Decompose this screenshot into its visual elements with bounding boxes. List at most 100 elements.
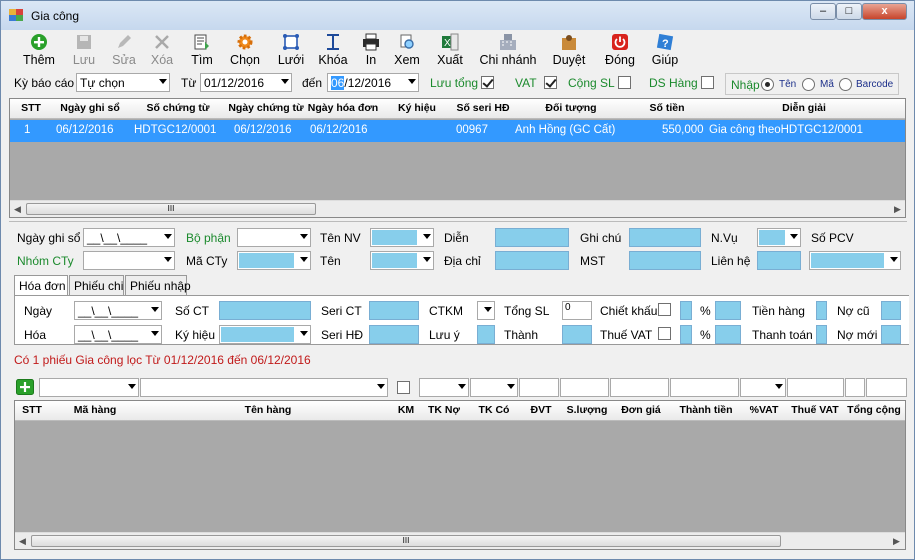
- tong-sl-field[interactable]: 0: [562, 301, 592, 320]
- ky-bao-cao-combo[interactable]: Tự chọn: [76, 73, 170, 92]
- ngay-ghi-so-picker[interactable]: __\__\____: [83, 228, 175, 247]
- col-tk-co[interactable]: TK Có: [469, 404, 519, 416]
- luu-y-field[interactable]: [477, 325, 495, 344]
- col-so-luong[interactable]: S.lượng: [563, 404, 611, 416]
- edit-button[interactable]: Sửa: [107, 33, 141, 69]
- ma-hang-combo[interactable]: [39, 378, 139, 397]
- thue-vat-value-field[interactable]: [715, 325, 741, 344]
- ten-hang-combo[interactable]: [140, 378, 388, 397]
- splitter[interactable]: [9, 221, 907, 224]
- chiet-khau-pct-field[interactable]: [680, 301, 692, 320]
- delete-button[interactable]: Xóa: [145, 33, 179, 69]
- thanh-tien-field[interactable]: [670, 378, 739, 397]
- print-button[interactable]: In: [357, 33, 385, 69]
- no-cu-field[interactable]: [881, 301, 901, 320]
- ten-nv-combo[interactable]: [370, 228, 434, 247]
- col-ten-hang[interactable]: Tên hàng: [143, 404, 393, 416]
- bo-phan-combo[interactable]: [237, 228, 311, 247]
- branch-button[interactable]: Chi nhánh: [479, 33, 537, 69]
- col-so-seri[interactable]: Số seri HĐ: [454, 102, 512, 114]
- nvu-combo[interactable]: [757, 228, 801, 247]
- col-stt[interactable]: STT: [12, 102, 50, 114]
- thue-vat-pct-field[interactable]: [680, 325, 692, 344]
- find-button[interactable]: Tìm: [185, 33, 219, 69]
- maximize-button[interactable]: □: [836, 3, 862, 20]
- ngay-picker[interactable]: __\__\____: [74, 301, 162, 320]
- no-moi-field[interactable]: [881, 325, 901, 344]
- vat-pct-combo[interactable]: [740, 378, 786, 397]
- ds-hang-checkbox[interactable]: [701, 76, 714, 89]
- col-dien-giai[interactable]: Diễn giải: [704, 102, 904, 114]
- dvt-field[interactable]: [519, 378, 559, 397]
- col-so-chung-tu[interactable]: Số chứng từ: [130, 102, 226, 114]
- ten-combo[interactable]: [370, 251, 434, 270]
- lien-he-field[interactable]: [757, 251, 801, 270]
- export-button[interactable]: X Xuất: [433, 33, 467, 69]
- radio-barcode[interactable]: [839, 78, 852, 91]
- close-form-button[interactable]: Đóng: [603, 33, 637, 69]
- help-button[interactable]: ? Giúp: [649, 33, 681, 69]
- col-ngay-hoa-don[interactable]: Ngày hóa đơn: [306, 102, 380, 114]
- tab-hoa-don[interactable]: Hóa đơn: [14, 275, 68, 297]
- so-luong-field[interactable]: [560, 378, 609, 397]
- tong-cong-field[interactable]: [866, 378, 907, 397]
- grid-button[interactable]: Lưới: [273, 33, 309, 69]
- scroll-right-icon[interactable]: ▶: [893, 536, 900, 547]
- so-ct-field[interactable]: [219, 301, 311, 320]
- tu-date-picker[interactable]: 01/12/2016: [200, 73, 292, 92]
- close-button[interactable]: x: [862, 3, 907, 20]
- ma-cty-combo[interactable]: [237, 251, 311, 270]
- seri-hd-field[interactable]: [369, 325, 419, 344]
- col-stt[interactable]: STT: [17, 404, 47, 416]
- scroll-thumb[interactable]: III: [26, 203, 316, 215]
- scroll-thumb[interactable]: III: [31, 535, 781, 547]
- col-tk-no[interactable]: TK Nợ: [419, 404, 469, 416]
- dia-chi-field[interactable]: [495, 251, 569, 270]
- chiet-khau-value-field[interactable]: [715, 301, 741, 320]
- scroll-right-icon[interactable]: ▶: [894, 204, 901, 215]
- col-don-gia[interactable]: Đơn giá: [611, 404, 671, 416]
- thue-vat-field[interactable]: [787, 378, 844, 397]
- add-line-button[interactable]: [16, 379, 34, 395]
- don-gia-field[interactable]: [610, 378, 669, 397]
- radio-ten[interactable]: [761, 78, 774, 91]
- col-ngay-ghi-so[interactable]: Ngày ghi sổ: [50, 102, 130, 114]
- den-date-picker[interactable]: 06/12/2016: [327, 73, 419, 92]
- col-thue-vat[interactable]: Thuế VAT: [787, 404, 843, 416]
- km-checkbox[interactable]: [397, 381, 410, 394]
- thanh-toan-field[interactable]: [816, 325, 827, 344]
- col-tong-cong[interactable]: Tổng cộng: [843, 404, 905, 416]
- col-doi-tuong[interactable]: Đối tượng: [512, 102, 630, 114]
- chiet-khau-checkbox[interactable]: [658, 303, 671, 316]
- detail-grid-hscrollbar[interactable]: ◀ III ▶: [15, 532, 905, 549]
- hoa-picker[interactable]: __\__\____: [74, 325, 162, 344]
- scroll-left-icon[interactable]: ◀: [14, 204, 21, 215]
- select-button[interactable]: Chọn: [227, 33, 263, 69]
- tk-no-combo[interactable]: [419, 378, 469, 397]
- radio-ma[interactable]: [802, 78, 815, 91]
- ctkm-combo[interactable]: [477, 301, 495, 320]
- so-pcv-combo[interactable]: [809, 251, 901, 270]
- preview-button[interactable]: Xem: [391, 33, 423, 69]
- col-ngay-chung-tu[interactable]: Ngày chứng từ: [226, 102, 306, 114]
- scroll-left-icon[interactable]: ◀: [19, 536, 26, 547]
- col-thanh-tien[interactable]: Thành tiền: [671, 404, 741, 416]
- vat-checkbox[interactable]: [544, 76, 557, 89]
- save-button[interactable]: Lưu: [67, 33, 101, 69]
- approve-button[interactable]: Duyệt: [551, 33, 587, 69]
- ghi-chu-field[interactable]: [629, 228, 701, 247]
- nhom-cty-combo[interactable]: [83, 251, 175, 270]
- extra-field[interactable]: [845, 378, 865, 397]
- dien-field[interactable]: [495, 228, 569, 247]
- thue-vat-checkbox[interactable]: [658, 327, 671, 340]
- ky-hieu-combo[interactable]: [219, 325, 311, 344]
- thanh-field[interactable]: [562, 325, 592, 344]
- minimize-button[interactable]: –: [810, 3, 836, 20]
- luu-tong-checkbox[interactable]: [481, 76, 494, 89]
- tien-hang-field[interactable]: [816, 301, 827, 320]
- seri-ct-field[interactable]: [369, 301, 419, 320]
- main-grid-hscrollbar[interactable]: ◀ III ▶: [10, 200, 905, 217]
- tk-co-combo[interactable]: [470, 378, 518, 397]
- col-ma-hang[interactable]: Mã hàng: [47, 404, 143, 416]
- tab-phieu-chi[interactable]: Phiếu chi: [69, 275, 124, 295]
